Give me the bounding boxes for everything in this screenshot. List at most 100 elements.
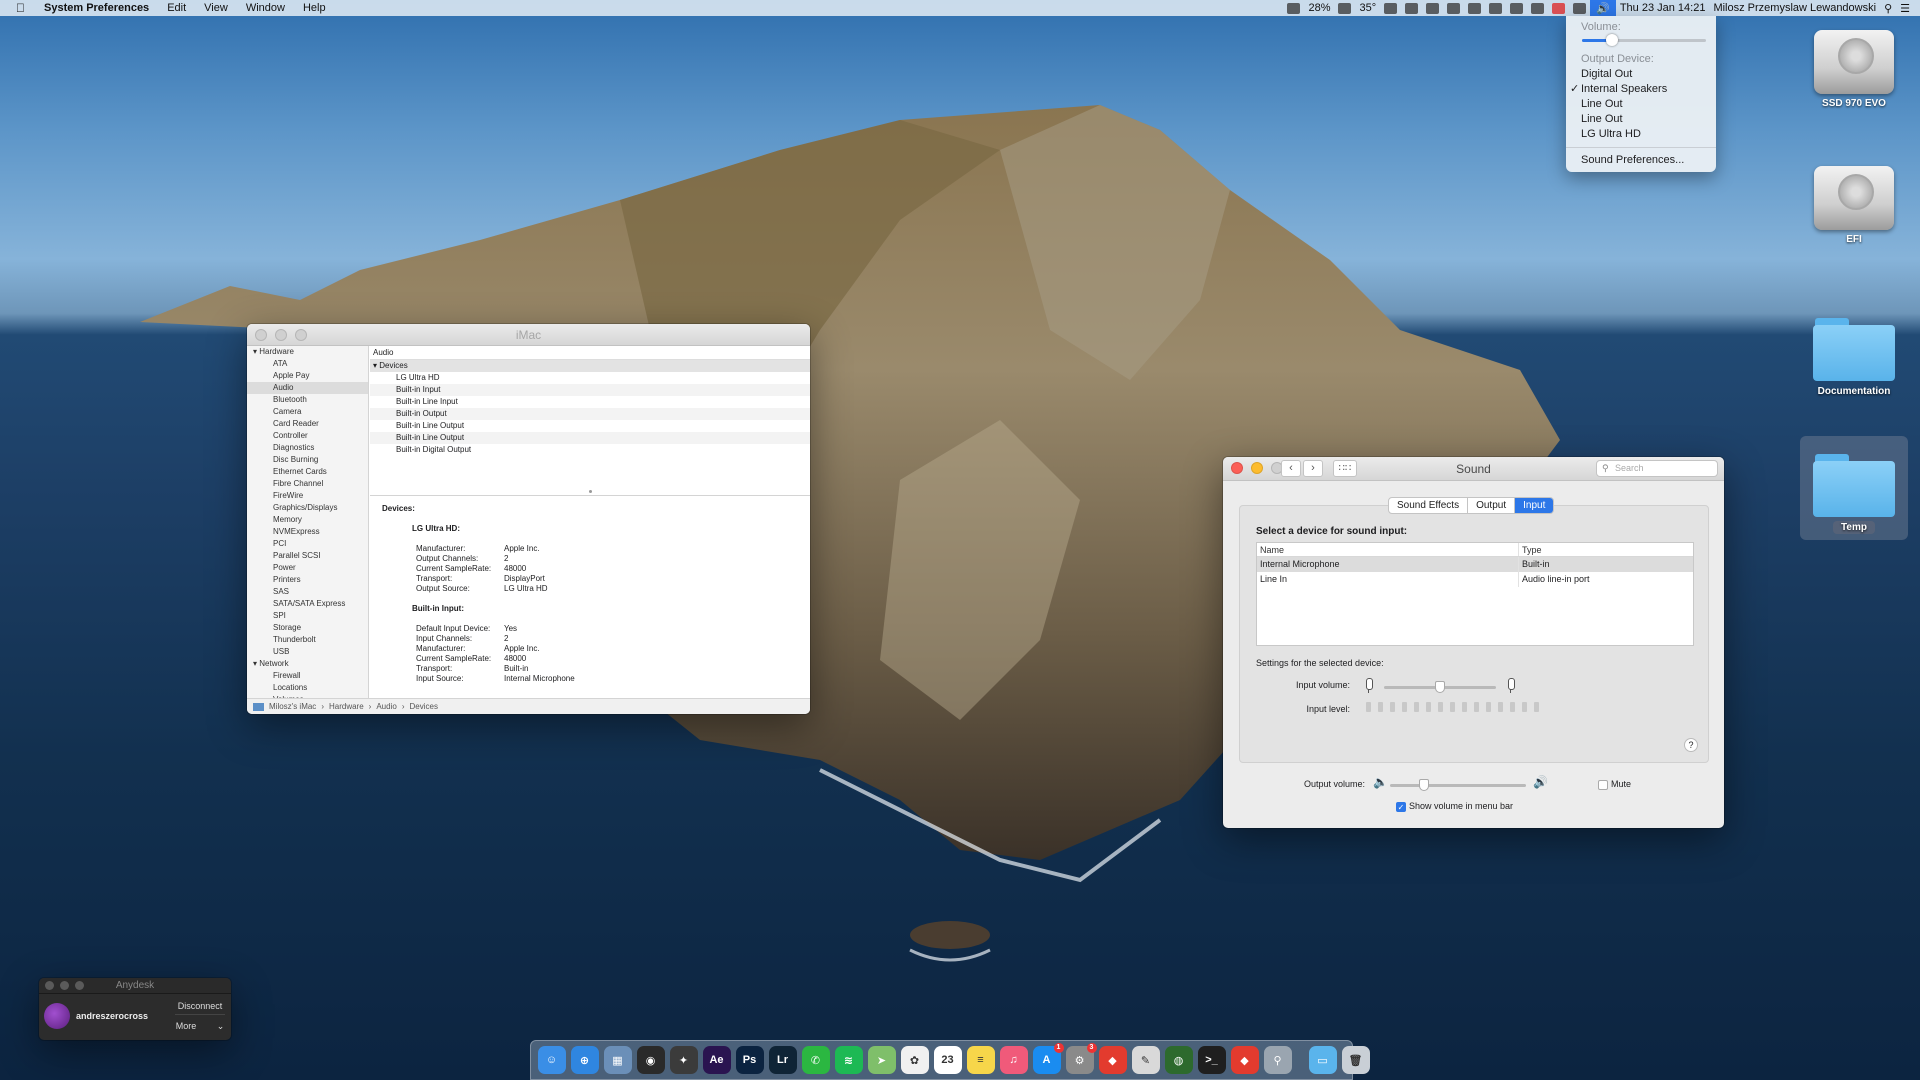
battery-percent[interactable]: 28%: [1304, 2, 1334, 14]
tree-item[interactable]: LG Ultra HD: [370, 372, 810, 384]
menu-view[interactable]: View: [195, 2, 237, 14]
zoom-button[interactable]: [295, 329, 307, 341]
dock-music-icon[interactable]: ♫: [999, 1046, 1028, 1074]
sidebar-group[interactable]: ▾ Hardware: [247, 346, 368, 358]
tree-group-devices[interactable]: ▾ Devices: [370, 360, 810, 372]
menu-window[interactable]: Window: [237, 2, 294, 14]
user-name[interactable]: Milosz Przemyslaw Lewandowski: [1709, 2, 1880, 14]
dock-final-cut-pro-icon[interactable]: ✦: [669, 1046, 698, 1074]
volume-slider-knob[interactable]: [1605, 34, 1618, 46]
dock-photos-icon[interactable]: ✿: [900, 1046, 929, 1074]
sidebar-item[interactable]: Storage: [247, 622, 368, 634]
sidebar-item[interactable]: Audio: [247, 382, 368, 394]
sidebar-item[interactable]: PCI: [247, 538, 368, 550]
tree-item[interactable]: Built-in Line Input: [370, 396, 810, 408]
screen-icon[interactable]: [1510, 2, 1524, 14]
sidebar-item[interactable]: Disc Burning: [247, 454, 368, 466]
output-volume-slider[interactable]: [1390, 779, 1526, 791]
dock-teamviewer-icon[interactable]: ◆: [1230, 1046, 1259, 1074]
sidebar-item[interactable]: Thunderbolt: [247, 634, 368, 646]
battery-icon[interactable]: [1573, 2, 1587, 14]
back-button[interactable]: ‹: [1281, 460, 1301, 477]
sidebar-item[interactable]: Parallel SCSI: [247, 550, 368, 562]
dock-system-preferences-icon[interactable]: ⚙ 3: [1065, 1043, 1097, 1074]
apple-menu-icon[interactable]: : [0, 1, 35, 15]
sidebar-item[interactable]: Camera: [247, 406, 368, 418]
notes-icon[interactable]: [1405, 2, 1419, 14]
sidebar-item[interactable]: FireWire: [247, 490, 368, 502]
sidebar-item[interactable]: Diagnostics: [247, 442, 368, 454]
dock-finder-icon[interactable]: ☺: [537, 1046, 566, 1074]
sidebar-item[interactable]: Card Reader: [247, 418, 368, 430]
table-row[interactable]: Internal Microphone Built-in: [1257, 557, 1693, 572]
dock-textedit-icon[interactable]: ✎: [1131, 1046, 1160, 1074]
help-button[interactable]: ?: [1684, 738, 1698, 752]
menu-edit[interactable]: Edit: [158, 2, 195, 14]
sidebar-item[interactable]: Fibre Channel: [247, 478, 368, 490]
flag-icon[interactable]: [1552, 2, 1566, 14]
volume-slider[interactable]: [1582, 34, 1706, 46]
minimize-button[interactable]: [275, 329, 287, 341]
output-option-lg-ultra-hd[interactable]: LG Ultra HD: [1566, 127, 1716, 142]
show-all-grid-button[interactable]: ∷∷: [1333, 460, 1357, 477]
sidebar-item[interactable]: Bluetooth: [247, 394, 368, 406]
dock-keychain-icon[interactable]: ⚲: [1263, 1046, 1292, 1074]
minimize-button[interactable]: [60, 981, 69, 990]
output-option-internal-speakers[interactable]: ✓ Internal Speakers: [1566, 82, 1716, 97]
input-volume-slider[interactable]: [1384, 681, 1496, 693]
dock-anydesk-icon[interactable]: ◆: [1098, 1046, 1127, 1074]
sidebar-item[interactable]: Memory: [247, 514, 368, 526]
desktop-icon-documentation[interactable]: Documentation: [1806, 314, 1902, 397]
fan-icon[interactable]: [1338, 2, 1352, 14]
sidebar-item[interactable]: ATA: [247, 358, 368, 370]
input-volume-knob[interactable]: [1435, 681, 1445, 693]
dock-preview-icon[interactable]: ▦: [603, 1046, 632, 1074]
wifi-icon[interactable]: [1531, 2, 1545, 14]
splitter-handle[interactable]: [589, 490, 592, 493]
output-option-line-out-2[interactable]: Line Out: [1566, 112, 1716, 127]
sidebar-item[interactable]: USB: [247, 646, 368, 658]
sidebar-item[interactable]: Power: [247, 562, 368, 574]
dock-notes-icon[interactable]: ≡: [966, 1046, 995, 1074]
tab-output[interactable]: Output: [1468, 498, 1516, 513]
desktop-icon-temp[interactable]: Temp: [1806, 450, 1902, 534]
dock-terminal-icon[interactable]: >_: [1197, 1046, 1226, 1074]
sidebar-item[interactable]: Locations: [247, 682, 368, 694]
clock[interactable]: Thu 23 Jan 14:21: [1616, 2, 1710, 14]
sidebar-item[interactable]: NVMExpress: [247, 526, 368, 538]
path-segment[interactable]: Hardware: [329, 702, 364, 711]
cloud-icon[interactable]: [1447, 2, 1461, 14]
window-titlebar[interactable]: Anydesk: [39, 978, 231, 994]
forward-button[interactable]: ›: [1303, 460, 1323, 477]
sync-icon[interactable]: [1287, 2, 1301, 14]
sound-preferences-item[interactable]: Sound Preferences...: [1566, 153, 1716, 168]
window-titlebar[interactable]: iMac: [247, 324, 810, 346]
path-segment[interactable]: Audio: [376, 702, 396, 711]
desktop-icon-efi[interactable]: EFI: [1806, 166, 1902, 245]
search-field[interactable]: ⚲ Search: [1596, 460, 1718, 477]
tree-item[interactable]: Built-in Line Output: [370, 432, 810, 444]
notification-center-icon[interactable]: ☰: [1896, 2, 1920, 15]
sidebar-item[interactable]: Graphics/Displays: [247, 502, 368, 514]
sidebar-group[interactable]: ▾ Network: [247, 658, 368, 670]
column-type[interactable]: Type: [1519, 543, 1542, 556]
dock-whatsapp-icon[interactable]: ✆: [801, 1046, 830, 1074]
dock-calendar-icon[interactable]: 23: [933, 1046, 962, 1074]
spotlight-icon[interactable]: ⚲: [1880, 2, 1896, 15]
dock-after-effects-icon[interactable]: Ae: [702, 1046, 731, 1074]
desktop-icon-ssd[interactable]: SSD 970 EVO: [1806, 30, 1902, 109]
output-volume-knob[interactable]: [1419, 779, 1429, 791]
close-button[interactable]: [255, 329, 267, 341]
menu-extra-icon[interactable]: [1384, 2, 1398, 14]
sidebar-item[interactable]: Firewall: [247, 670, 368, 682]
dock-app-store-icon[interactable]: A1: [1032, 1043, 1064, 1074]
tree-item[interactable]: Built-in Input: [370, 384, 810, 396]
grid-icon[interactable]: [1489, 2, 1503, 14]
volume-menu-icon[interactable]: 🔊: [1590, 0, 1616, 16]
sidebar-item[interactable]: Controller: [247, 430, 368, 442]
app-menu[interactable]: System Preferences: [35, 2, 158, 14]
zoom-button[interactable]: [75, 981, 84, 990]
output-option-digital-out[interactable]: Digital Out: [1566, 67, 1716, 82]
table-row[interactable]: Line In Audio line-in port: [1257, 572, 1693, 587]
sidebar-item[interactable]: Apple Pay: [247, 370, 368, 382]
